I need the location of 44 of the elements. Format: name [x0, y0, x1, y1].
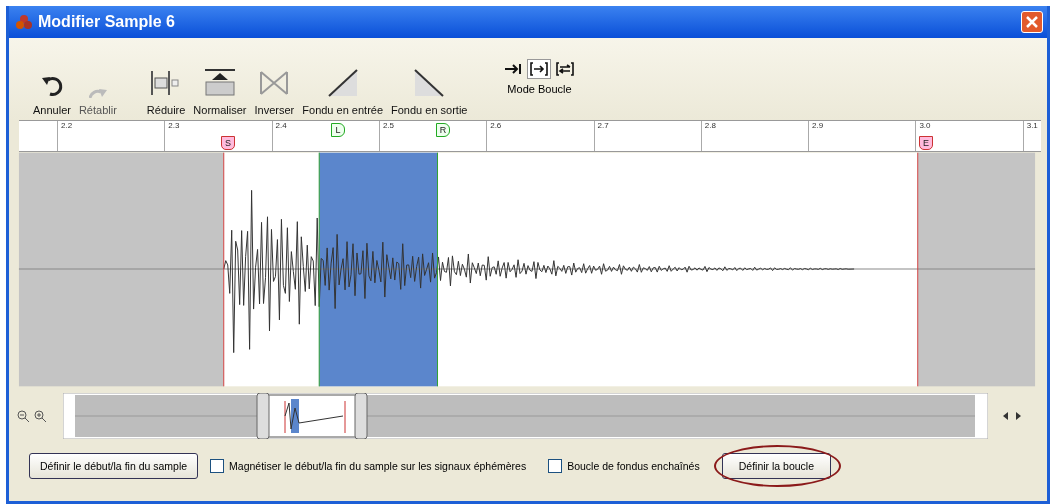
marker-flag[interactable]: L — [331, 123, 345, 137]
toolbar-button[interactable]: Fondu en entrée — [298, 66, 388, 116]
checkbox-label: Boucle de fondus enchaînés — [567, 460, 700, 472]
checkbox-label: Magnétiser le début/la fin du sample sur les signaux éphémères — [229, 460, 527, 472]
marker-flag[interactable]: R — [436, 123, 450, 137]
ruler-label: 2.3 — [164, 121, 180, 151]
loop-mode-label: Mode Boucle — [507, 83, 572, 95]
marker-flag[interactable]: E — [919, 136, 933, 150]
ruler-label: 2.7 — [593, 121, 609, 151]
bracketed-arrow-icon — [530, 62, 549, 76]
toolbar-button[interactable]: Inverser — [250, 66, 299, 116]
ruler-label: 2.2 — [57, 121, 73, 151]
checkbox-option[interactable]: Magnétiser le début/la fin du sample sur les signaux éphémères — [210, 459, 527, 473]
scroll-left-icon[interactable] — [1002, 411, 1010, 421]
ruler-label: 3.1 — [1022, 121, 1038, 151]
app-icon — [15, 14, 33, 30]
define-loop-button[interactable]: Définir la boucle — [721, 453, 831, 479]
overview-scrollbar[interactable] — [63, 393, 988, 439]
ruler-label: 2.6 — [486, 121, 502, 151]
ruler-label: 2.8 — [700, 121, 716, 151]
arrow-to-bar-icon — [504, 62, 523, 76]
toolbar-button[interactable]: Normaliser — [189, 66, 251, 116]
ruler-label: 2.4 — [271, 121, 287, 151]
checkbox[interactable] — [210, 459, 225, 473]
marker-flag[interactable]: S — [221, 136, 235, 150]
zoom-out-icon[interactable] — [17, 409, 30, 423]
toolbar-button[interactable]: Annuler — [29, 66, 75, 116]
double-arrow-icon — [556, 62, 575, 76]
close-icon — [1025, 15, 1039, 29]
checkbox-option[interactable]: Boucle de fondus enchaînés — [548, 459, 700, 473]
scroll-right-icon[interactable] — [1014, 411, 1022, 421]
set-sample-bounds-button[interactable]: Définir le début/la fin du sample — [29, 453, 199, 479]
normalize-icon — [202, 68, 237, 98]
zoom-in-icon[interactable] — [34, 409, 47, 423]
loop-mode-button[interactable] — [527, 59, 552, 79]
close-button[interactable] — [1021, 11, 1043, 33]
undo-icon — [39, 74, 64, 98]
ruler-label: 2.5 — [378, 121, 394, 151]
toolbar-button[interactable]: Réduire — [142, 66, 190, 116]
window-title: Modifier Sample 6 — [38, 13, 176, 31]
checkbox[interactable] — [548, 459, 563, 473]
ruler-label: 2.9 — [808, 121, 824, 151]
redo-icon — [88, 88, 107, 98]
toolbar-button[interactable]: Fondu en sortie — [387, 66, 472, 116]
